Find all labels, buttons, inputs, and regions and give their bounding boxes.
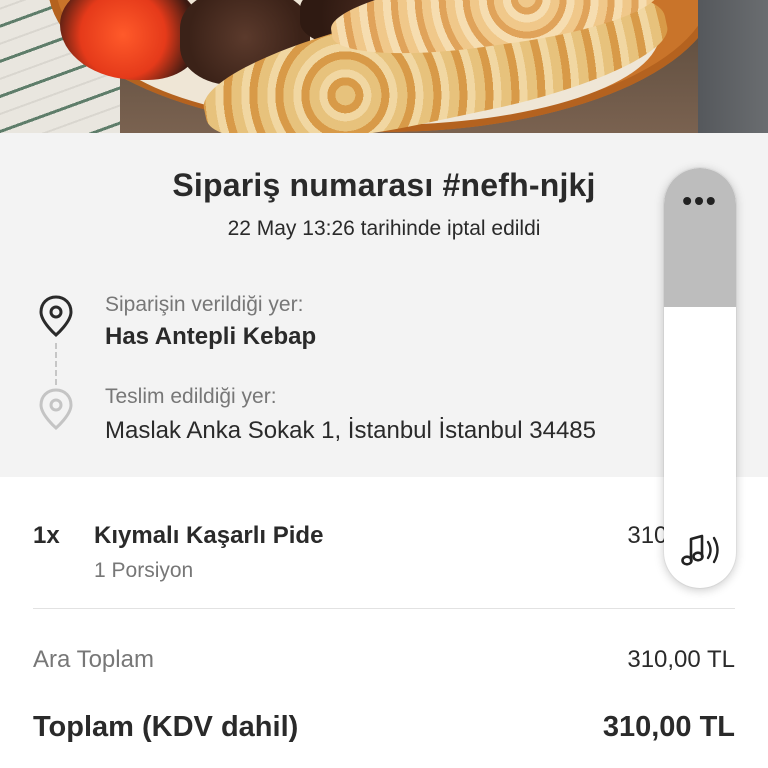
subtotal-value: 310,00 TL: [627, 646, 735, 673]
item-portion: 1 Porsiyon: [94, 559, 194, 582]
route-connector: [55, 343, 57, 385]
order-item-row: 1x Kıymalı Kaşarlı Pide 1 Porsiyon 310,0…: [0, 478, 768, 608]
restaurant-food-image: [0, 0, 768, 133]
subtotal-label: Ara Toplam: [33, 646, 154, 673]
location-pin-icon: [39, 388, 73, 430]
item-name: Kıymalı Kaşarlı Pide: [94, 522, 324, 549]
divider: [33, 608, 735, 609]
volume-slider-panel[interactable]: •••: [664, 168, 736, 588]
delivery-address: Maslak Anka Sokak 1, İstanbul İstanbul 3…: [105, 417, 596, 444]
order-cancel-status: 22 May 13:26 tarihinde iptal edildi: [227, 217, 541, 240]
restaurant-name: Has Antepli Kebap: [105, 323, 317, 350]
location-pin-icon: [39, 295, 73, 337]
total-value: 310,00 TL: [602, 711, 735, 743]
order-number-title: Sipariş numarası #nefh-njkj: [172, 167, 596, 203]
total-label: Toplam (KDV dahil): [33, 711, 299, 743]
pickup-label: Siparişin verildiği yer:: [105, 293, 304, 316]
item-quantity: 1x: [33, 522, 60, 549]
dropoff-label: Teslim edildiği yer:: [105, 385, 277, 408]
music-note-icon[interactable]: [678, 530, 724, 570]
order-header-section: Sipariş numarası #nefh-njkj 22 May 13:26…: [0, 133, 768, 477]
more-horizontal-icon[interactable]: •••: [664, 186, 736, 216]
